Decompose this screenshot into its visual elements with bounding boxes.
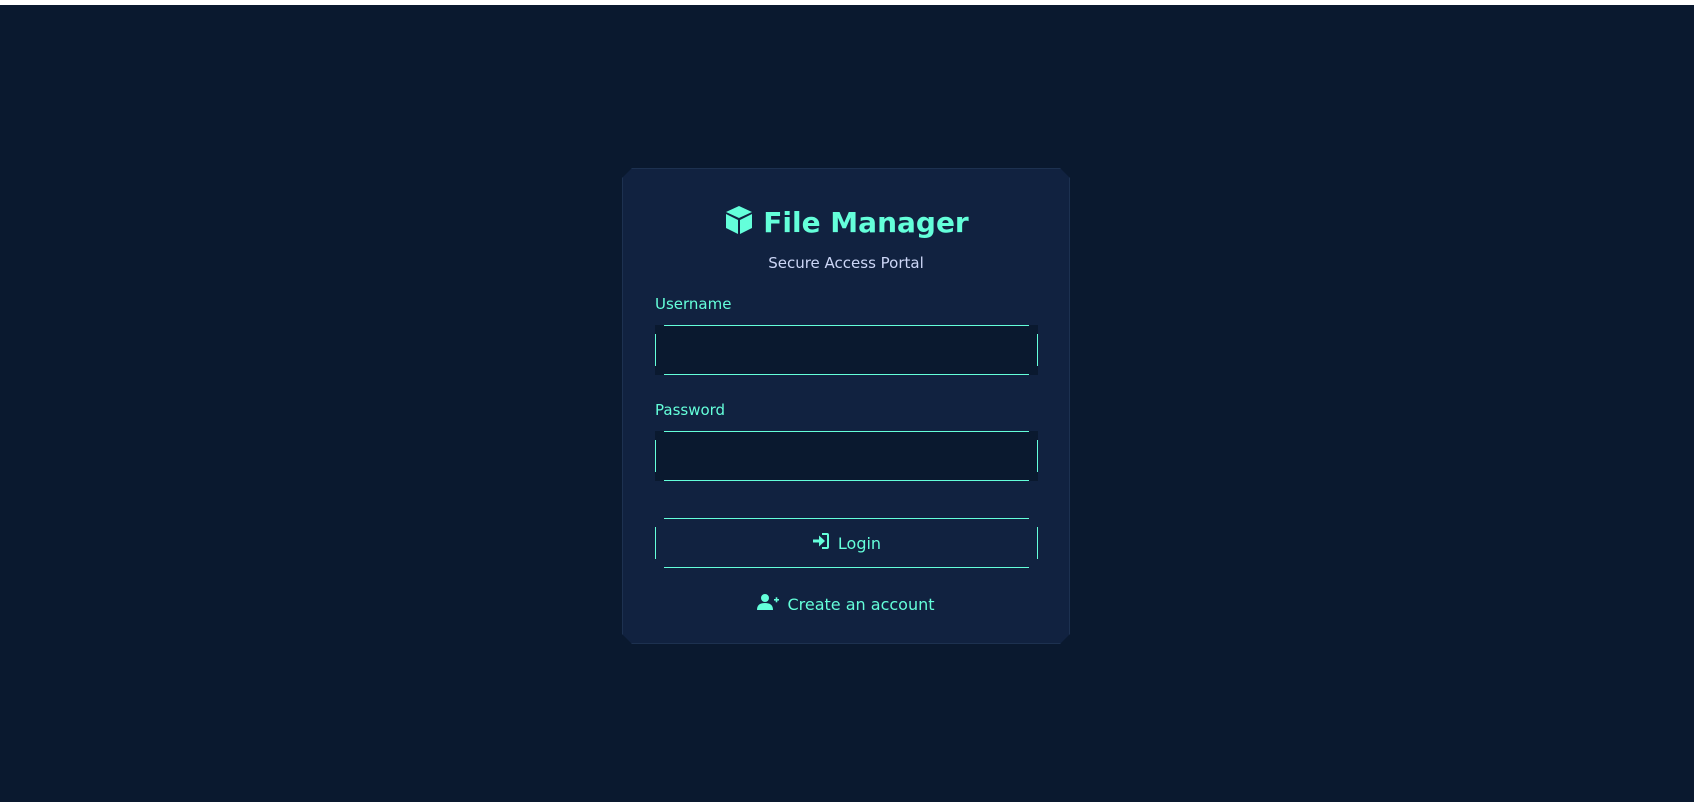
create-account-link[interactable]: Create an account (623, 593, 1069, 615)
app-subtitle: Secure Access Portal (768, 254, 924, 272)
user-plus-icon (757, 593, 779, 615)
password-input[interactable] (661, 433, 1032, 479)
app-title: File Manager (763, 205, 969, 239)
cube-icon (723, 204, 755, 240)
page-background: File Manager Secure Access Portal Userna… (0, 5, 1694, 802)
login-button[interactable]: Login (655, 518, 1038, 568)
sign-in-icon (812, 532, 830, 554)
create-account-label: Create an account (787, 594, 935, 614)
password-field-frame (655, 431, 1038, 481)
password-label: Password (655, 401, 726, 419)
username-field-frame (655, 325, 1038, 375)
login-button-label: Login (837, 533, 882, 553)
login-card: File Manager Secure Access Portal Userna… (622, 168, 1070, 644)
username-input[interactable] (661, 327, 1032, 373)
app-header: File Manager (623, 204, 1069, 240)
username-label: Username (655, 295, 732, 313)
